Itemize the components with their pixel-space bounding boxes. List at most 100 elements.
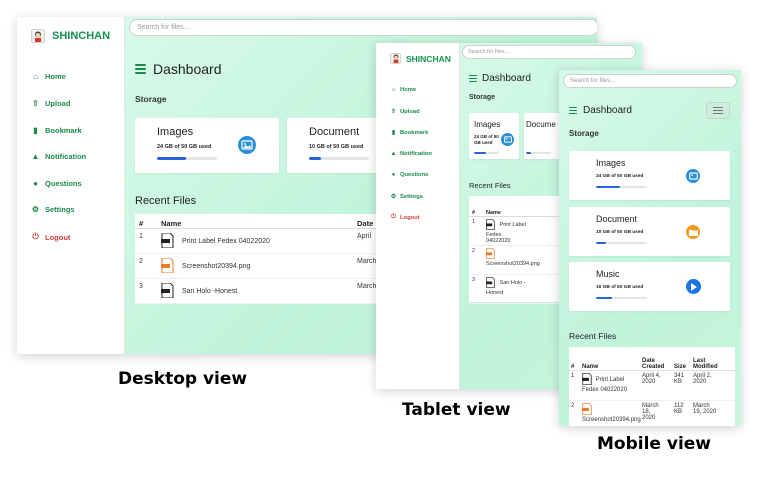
card-usage: 10 GB of 50 GB used	[596, 230, 644, 235]
page-title: Dashboard	[135, 61, 222, 77]
sidebar-item-home[interactable]: ⌂ Home	[31, 72, 66, 81]
table-row[interactable]: 1 Print Label Fedex 04022020 April 4, 202…	[569, 370, 735, 401]
row-name-cell: San Holo - Honest	[483, 274, 543, 304]
storage-card-document[interactable]: Document 10 GB of 50 GB used	[569, 207, 730, 256]
sidebar-item-label: Bookmark	[400, 129, 429, 136]
search-placeholder: Search for files...	[468, 49, 510, 55]
gear-icon: ⚙	[31, 205, 40, 214]
brand[interactable]: SHINCHAN	[390, 53, 451, 64]
row-num: 1	[569, 370, 580, 401]
pdf-file-icon	[486, 218, 495, 232]
row-num: 1	[469, 216, 483, 246]
sidebar-item-logout[interactable]: ⏻ Logout	[390, 214, 420, 221]
image-file-icon	[161, 257, 174, 275]
brand-name: SHINCHAN	[52, 30, 111, 42]
file-name: Screenshot20394.png	[486, 260, 540, 267]
storage-card-document[interactable]: Docume	[524, 113, 564, 159]
sidebar-item-notification[interactable]: ▲ Notification	[31, 152, 87, 161]
sidebar: SHINCHAN ⌂ Home ⇧ Upload ▮ Bookmark ▲ Notifi…	[17, 17, 125, 354]
usage-bar	[474, 152, 499, 154]
file-name: San Holo -	[499, 280, 526, 287]
row-last-modified: April 2, 2020	[691, 370, 735, 401]
table-header-row: # Name Date Created Size Last Modified	[569, 347, 735, 371]
avatar	[390, 53, 401, 64]
bell-icon: ▲	[390, 151, 397, 157]
file-name: Screenshot20394.png	[181, 262, 251, 270]
table-row[interactable]: 2 Screenshot20394.png March 18, 2020 112 KB…	[569, 400, 735, 426]
sidebar-item-label: Home	[400, 87, 417, 93]
page-title: Dashboard	[469, 73, 531, 84]
storage-label: Storage	[569, 129, 599, 138]
cell-text: 2020	[693, 378, 707, 385]
card-usage: 24 GB of 50 GB used	[596, 174, 644, 179]
row-size: 341 KB	[672, 370, 691, 401]
card-usage: 16 GB of 50 GB used	[596, 285, 644, 290]
col-name[interactable]: Name	[483, 196, 543, 217]
power-icon: ⏻	[32, 232, 39, 241]
row-name-cell: Screenshot20394.png	[157, 253, 353, 279]
col-name[interactable]: Name	[157, 214, 353, 229]
usage-bar	[157, 157, 217, 160]
storage-card-images[interactable]: Images 24 GB of 50 GB used	[469, 113, 519, 159]
search-input[interactable]: Search for files...	[462, 45, 636, 59]
menu-lines-icon	[569, 105, 577, 116]
images-icon	[238, 136, 256, 154]
col-date-created[interactable]: Date Created	[640, 347, 672, 371]
sidebar-item-logout[interactable]: ⏻ Logout	[31, 232, 70, 242]
card-usage: 24 GB of 50 GB used	[157, 144, 212, 150]
sidebar-item-bookmark[interactable]: ▮ Bookmark	[390, 129, 429, 137]
sidebar-item-label: Upload	[45, 99, 71, 108]
header-text: Created	[642, 363, 665, 370]
sidebar-item-label: Home	[45, 72, 66, 81]
row-num: 1	[135, 228, 157, 254]
card-name: Images	[157, 126, 194, 138]
page-title-text: Dashboard	[153, 61, 222, 77]
file-name: Print Label	[595, 377, 625, 384]
sidebar-item-settings[interactable]: ⚙ Settings	[390, 193, 423, 201]
search-input[interactable]: Search for files...	[563, 74, 737, 88]
col-last-modified[interactable]: Last Modified	[691, 347, 735, 371]
sidebar-item-bookmark[interactable]: ▮ Bookmark	[31, 126, 81, 135]
usage-bar-fill	[526, 152, 531, 154]
upload-icon: ⇧	[390, 109, 397, 115]
storage-card-images[interactable]: Images 24 GB of 50 GB used	[569, 151, 730, 200]
mobile-preview: Search for files... Dashboard Storage Im…	[559, 70, 741, 426]
brand[interactable]: SHINCHAN	[31, 29, 110, 43]
sidebar-item-label: Notification	[400, 151, 432, 157]
row-name-cell: Print Label Fedex 04022020	[157, 228, 353, 254]
search-input[interactable]: Search for files...	[129, 19, 597, 36]
bookmark-icon: ▮	[391, 130, 396, 136]
sidebar-item-questions[interactable]: ● Questions	[390, 172, 429, 178]
col-name[interactable]: Name	[580, 347, 640, 371]
sidebar-item-label: Notification	[45, 152, 87, 161]
mp3-file-icon	[486, 276, 495, 290]
home-icon: ⌂	[33, 72, 38, 81]
image-file-icon	[582, 402, 592, 417]
card-name: Document	[309, 126, 360, 138]
sidebar-item-home[interactable]: ⌂ Home	[390, 87, 416, 93]
row-name-cell: Screenshot20394.png	[483, 245, 543, 275]
recent-files-title: Recent Files	[469, 181, 511, 190]
page-title-text: Dashboard	[482, 73, 531, 84]
menu-toggle-button[interactable]	[706, 102, 730, 119]
page-title: Dashboard	[569, 105, 632, 116]
cell-text: KB	[674, 378, 683, 385]
sidebar-item-upload[interactable]: ⇧ Upload	[390, 108, 420, 116]
col-num: #	[135, 214, 157, 229]
sidebar-item-questions[interactable]: ● Questions	[31, 179, 82, 188]
file-name-cont: Honest	[486, 289, 504, 296]
row-num: 3	[469, 274, 483, 304]
sidebar-item-notification[interactable]: ▲ Notification	[390, 151, 432, 157]
storage-card-music[interactable]: Music 16 GB of 50 GB used	[569, 262, 730, 311]
sidebar-item-upload[interactable]: ⇧ Upload	[31, 99, 70, 108]
sidebar-item-settings[interactable]: ⚙ Settings	[31, 205, 75, 214]
file-name: San Holo -Honest	[181, 287, 238, 295]
usage-bar-fill	[596, 242, 607, 244]
row-num: 3	[135, 278, 157, 304]
col-size[interactable]: Size	[672, 347, 691, 371]
row-date-created: March 18, 2020	[640, 400, 672, 426]
row-num: 2	[135, 253, 157, 279]
usage-bar	[309, 157, 369, 160]
question-icon: ●	[33, 179, 38, 188]
storage-card-images[interactable]: Images 24 GB of 50 GB used	[135, 118, 279, 173]
